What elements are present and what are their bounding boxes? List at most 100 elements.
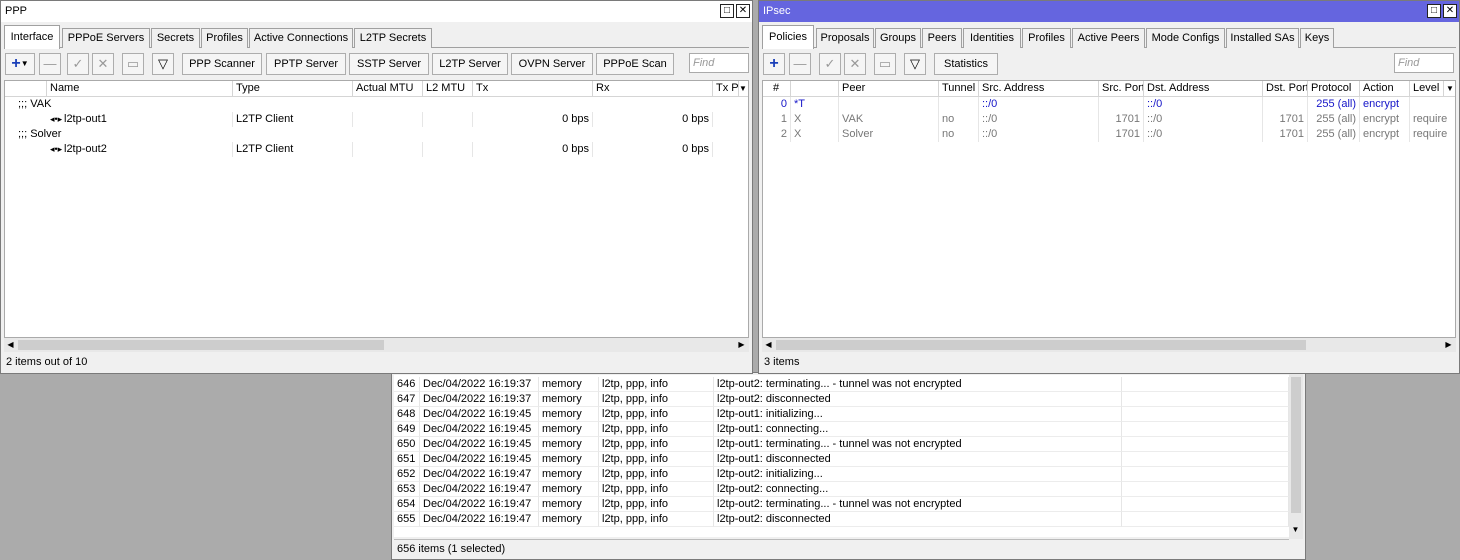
policy-cell-num[interactable]: 1 [763,112,791,127]
policy-cell-num[interactable]: 0 [763,97,791,112]
tab-proposals[interactable]: Proposals [816,28,874,48]
comment-button[interactable]: ▭ [122,53,144,75]
col-tunnel[interactable]: Tunnel [939,81,979,97]
remove-button[interactable]: — [789,53,811,75]
log-cell-id[interactable]: 655 [394,512,420,527]
col-src-port[interactable]: Src. Port [1099,81,1144,97]
filter-button[interactable]: ▽ [152,53,174,75]
col-l2-mtu[interactable]: L2 MTU [423,81,473,97]
col-dst-address[interactable]: Dst. Address [1144,81,1263,97]
log-cell-id[interactable]: 647 [394,392,420,407]
col-blank[interactable] [5,81,47,97]
log-cell-id[interactable]: 648 [394,407,420,422]
find-input[interactable]: Find [1394,53,1454,73]
remove-button[interactable]: — [39,53,61,75]
add-button[interactable]: +▼ [5,53,35,75]
statistics-button[interactable]: Statistics [934,53,998,75]
col-action[interactable]: Action [1360,81,1410,97]
row-name-l2tp-out1[interactable]: l2tp-out1 [61,112,233,127]
tab-active-connections[interactable]: Active Connections [249,28,353,48]
tab-mode-configs[interactable]: Mode Configs [1146,28,1225,48]
tab-active-peers[interactable]: Active Peers [1072,28,1145,48]
tab-pppoe-servers[interactable]: PPPoE Servers [62,28,150,48]
enable-button[interactable]: ✓ [819,53,841,75]
note-icon: ▭ [126,56,140,71]
log-vscroll[interactable]: ▼ [1289,373,1303,539]
tab-profiles[interactable]: Profiles [1022,28,1071,48]
log-cell-buffer: memory [539,512,599,527]
tab-l2tp-secrets[interactable]: L2TP Secrets [354,28,432,48]
log-cell-id[interactable]: 650 [394,437,420,452]
tab-keys[interactable]: Keys [1300,28,1334,48]
tab-installed-sas[interactable]: Installed SAs [1226,28,1299,48]
ppp-hscroll-thumb[interactable] [18,340,384,350]
plus-icon: + [769,55,779,72]
enable-button[interactable]: ✓ [67,53,89,75]
tab-groups[interactable]: Groups [875,28,921,48]
col-peer[interactable]: Peer [839,81,939,97]
find-input[interactable]: Find [689,53,749,73]
col-rx[interactable]: Rx [593,81,713,97]
l2tp-server-button[interactable]: L2TP Server [432,53,508,75]
col-tx[interactable]: Tx [473,81,593,97]
column-menu-icon[interactable]: ▼ [1444,81,1455,97]
col-flags[interactable] [791,81,839,97]
close-icon[interactable]: ✕ [736,4,750,18]
tab-policies[interactable]: Policies [762,25,814,49]
log-cell-id[interactable]: 652 [394,467,420,482]
col-name[interactable]: Name [47,81,233,97]
ipsec-hscroll-bar[interactable]: ◀ ▶ [762,338,1456,352]
ovpn-server-button[interactable]: OVPN Server [511,53,593,75]
tab-identities[interactable]: Identities [963,28,1021,48]
ipsec-titlebar[interactable]: IPsec □ ✕ [759,1,1459,22]
ipsec-hscroll-thumb[interactable] [776,340,1306,350]
col-dst-port[interactable]: Dst. Port [1263,81,1308,97]
log-cell-id[interactable]: 646 [394,377,420,392]
policy-cell-sport [1099,97,1144,112]
col-src-address[interactable]: Src. Address [979,81,1099,97]
policy-cell-num[interactable]: 2 [763,127,791,142]
policy-cell-proto: 255 (all) [1308,112,1360,127]
scroll-left-icon[interactable]: ◀ [762,338,775,351]
maximize-icon[interactable]: □ [1427,4,1441,18]
comment-button[interactable]: ▭ [874,53,896,75]
log-cell-id[interactable]: 651 [394,452,420,467]
tab-peers[interactable]: Peers [922,28,962,48]
add-button[interactable]: + [763,53,785,75]
col-level[interactable]: Level [1410,81,1444,97]
pppoe-scan-button[interactable]: PPPoE Scan [596,53,674,75]
scroll-down-icon[interactable]: ▼ [1289,523,1302,536]
ppp-scanner-button[interactable]: PPP Scanner [182,53,262,75]
sstp-server-button[interactable]: SSTP Server [349,53,429,75]
log-cell-id[interactable]: 653 [394,482,420,497]
log-cell-buffer: memory [539,392,599,407]
disable-button[interactable]: ✕ [844,53,866,75]
col-protocol[interactable]: Protocol [1308,81,1360,97]
tab-interface[interactable]: Interface [4,25,60,49]
close-icon[interactable]: ✕ [1443,4,1457,18]
policy-cell-proto: 255 (all) [1308,97,1360,112]
pptp-server-button[interactable]: PPTP Server [266,53,346,75]
row-name-l2tp-out2[interactable]: l2tp-out2 [61,142,233,157]
log-cell-id[interactable]: 654 [394,497,420,512]
col-tx-p[interactable]: Tx P [713,81,739,97]
scroll-left-icon[interactable]: ◀ [4,338,17,351]
disable-button[interactable]: ✕ [92,53,114,75]
log-cell-extra [1122,392,1289,407]
col-actual-mtu[interactable]: Actual MTU [353,81,423,97]
log-cell-id[interactable]: 649 [394,422,420,437]
ppp-hscroll-bar[interactable]: ◀ ▶ [4,338,749,352]
ppp-titlebar[interactable]: PPP □ ✕ [1,1,752,22]
filter-button[interactable]: ▽ [904,53,926,75]
scroll-right-icon[interactable]: ▶ [735,338,748,351]
col-num[interactable]: # [763,81,791,97]
col-type[interactable]: Type [233,81,353,97]
policy-cell-sport: 1701 [1099,112,1144,127]
maximize-icon[interactable]: □ [720,4,734,18]
log-vscroll-thumb[interactable] [1291,377,1301,513]
tab-secrets[interactable]: Secrets [151,28,200,48]
scroll-right-icon[interactable]: ▶ [1442,338,1455,351]
policy-cell-dst: ::/0 [1144,97,1263,112]
tab-profiles[interactable]: Profiles [201,28,248,48]
column-menu-icon[interactable]: ▼ [737,81,748,97]
